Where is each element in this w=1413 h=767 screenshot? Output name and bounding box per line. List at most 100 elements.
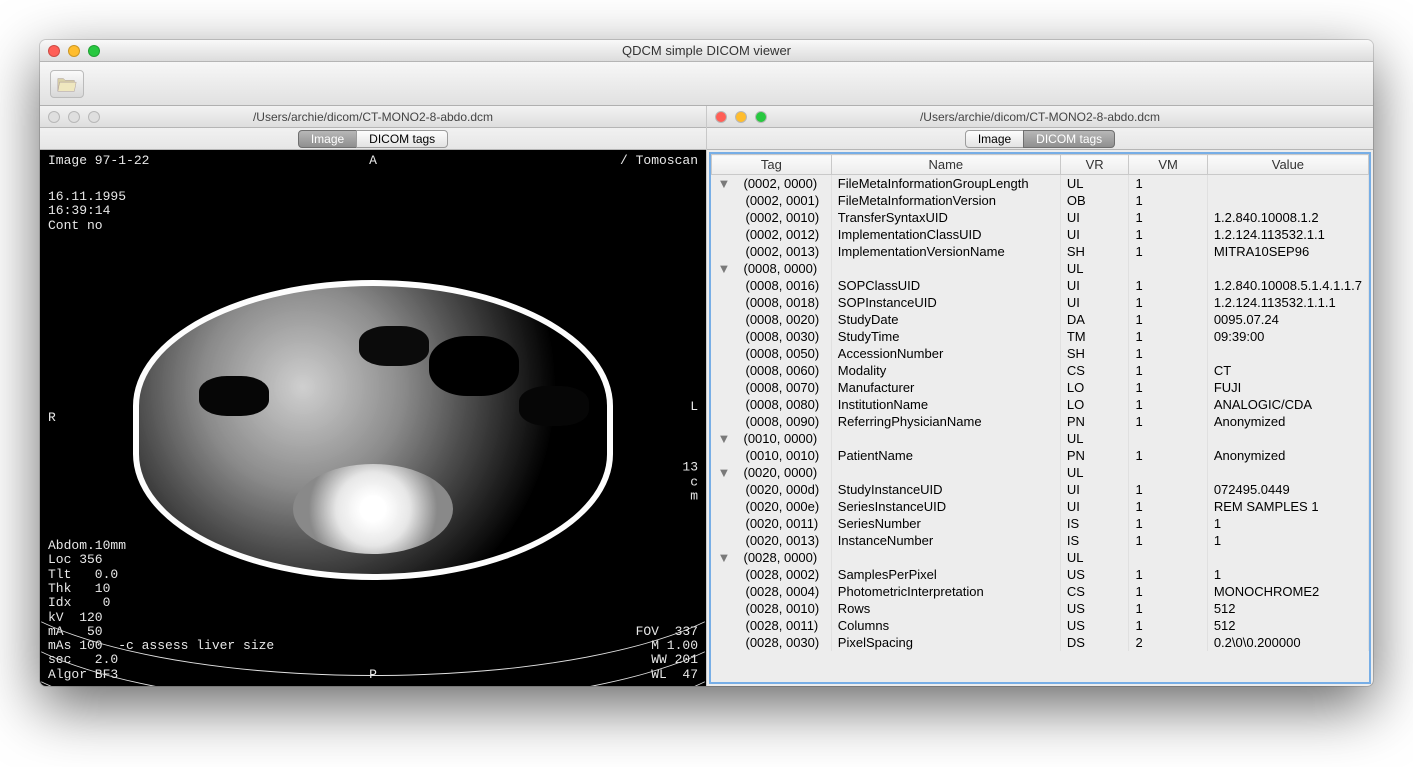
cell-value: 512 xyxy=(1207,600,1368,617)
cell-vm: 1 xyxy=(1129,243,1207,260)
cell-value: 1.2.124.113532.1.1.1 xyxy=(1207,294,1368,311)
overlay-orientation-right: R xyxy=(48,411,56,425)
tab-image[interactable]: Image xyxy=(298,130,357,148)
cell-tag: (0008, 0018) xyxy=(718,295,820,310)
cell-tag: (0008, 0020) xyxy=(718,312,820,327)
cell-vm xyxy=(1129,430,1207,447)
table-row[interactable]: (0002, 0001)FileMetaInformationVersionOB… xyxy=(712,192,1369,209)
table-row[interactable]: (0008, 0080)InstitutionNameLO1ANALOGIC/C… xyxy=(712,396,1369,413)
col-header-vm[interactable]: VM xyxy=(1129,155,1207,175)
table-row[interactable]: (0002, 0013)ImplementationVersionNameSH1… xyxy=(712,243,1369,260)
cell-value: 0.2\0\0.200000 xyxy=(1207,634,1368,651)
cell-vr: LO xyxy=(1060,379,1129,396)
cell-name xyxy=(831,260,1060,277)
table-row[interactable]: (0028, 0002)SamplesPerPixelUS11 xyxy=(712,566,1369,583)
cell-vm: 1 xyxy=(1129,226,1207,243)
dicom-image-viewport[interactable]: Image 97-1-22 A / Tomoscan 16.11.1995 16… xyxy=(40,150,706,686)
table-row[interactable]: ▼(0020, 0000)UL xyxy=(712,464,1369,481)
cell-vm: 1 xyxy=(1129,617,1207,634)
image-pane-titlebar: /Users/archie/dicom/CT-MONO2-8-abdo.dcm xyxy=(40,106,706,128)
cell-vm: 1 xyxy=(1129,447,1207,464)
cell-vm xyxy=(1129,260,1207,277)
table-row[interactable]: (0028, 0011)ColumnsUS1512 xyxy=(712,617,1369,634)
cell-vm: 2 xyxy=(1129,634,1207,651)
tab-image[interactable]: Image xyxy=(965,130,1024,148)
dicom-tags-scroll[interactable]: Tag Name VR VM Value ▼(0002, 0000)FileMe… xyxy=(711,154,1369,682)
disclosure-triangle-icon[interactable]: ▼ xyxy=(718,261,730,276)
cell-name: SOPClassUID xyxy=(831,277,1060,294)
table-row[interactable]: (0008, 0030)StudyTimeTM109:39:00 xyxy=(712,328,1369,345)
cell-name: InstitutionName xyxy=(831,396,1060,413)
disclosure-triangle-icon[interactable]: ▼ xyxy=(718,465,730,480)
cell-vr: DA xyxy=(1060,311,1129,328)
tab-dicom-tags[interactable]: DICOM tags xyxy=(356,130,448,148)
table-row[interactable]: (0008, 0016)SOPClassUIDUI11.2.840.10008.… xyxy=(712,277,1369,294)
col-header-tag[interactable]: Tag xyxy=(712,155,832,175)
table-row[interactable]: ▼(0010, 0000)UL xyxy=(712,430,1369,447)
table-row[interactable]: ▼(0028, 0000)UL xyxy=(712,549,1369,566)
table-row[interactable]: (0002, 0010)TransferSyntaxUIDUI11.2.840.… xyxy=(712,209,1369,226)
open-file-button[interactable] xyxy=(50,70,84,98)
cell-vm: 1 xyxy=(1129,328,1207,345)
cell-name: Columns xyxy=(831,617,1060,634)
cell-vm: 1 xyxy=(1129,481,1207,498)
disclosure-triangle-icon[interactable]: ▼ xyxy=(718,550,730,565)
cell-name: ImplementationVersionName xyxy=(831,243,1060,260)
table-row[interactable]: (0008, 0090)ReferringPhysicianNamePN1Ano… xyxy=(712,413,1369,430)
cell-vr: IS xyxy=(1060,532,1129,549)
disclosure-triangle-icon[interactable]: ▼ xyxy=(718,176,730,191)
image-pane-title: /Users/archie/dicom/CT-MONO2-8-abdo.dcm xyxy=(40,110,706,124)
tab-dicom-tags[interactable]: DICOM tags xyxy=(1023,130,1115,148)
cell-name: SOPInstanceUID xyxy=(831,294,1060,311)
cell-vr: UL xyxy=(1060,175,1129,193)
cell-vm: 1 xyxy=(1129,413,1207,430)
cell-name: InstanceNumber xyxy=(831,532,1060,549)
table-row[interactable]: (0020, 0013)InstanceNumberIS11 xyxy=(712,532,1369,549)
table-row[interactable]: (0028, 0030)PixelSpacingDS20.2\0\0.20000… xyxy=(712,634,1369,651)
cell-tag: (0002, 0000) xyxy=(730,176,818,191)
cell-name xyxy=(831,549,1060,566)
cell-vr: PN xyxy=(1060,413,1129,430)
col-header-name[interactable]: Name xyxy=(831,155,1060,175)
image-pane: /Users/archie/dicom/CT-MONO2-8-abdo.dcm … xyxy=(40,106,707,686)
cell-vr: CS xyxy=(1060,583,1129,600)
table-row[interactable]: (0008, 0060)ModalityCS1CT xyxy=(712,362,1369,379)
toolbar xyxy=(40,62,1373,106)
cell-name xyxy=(831,464,1060,481)
table-row[interactable]: (0008, 0070)ManufacturerLO1FUJI xyxy=(712,379,1369,396)
cell-value: CT xyxy=(1207,362,1368,379)
cell-vr: UI xyxy=(1060,481,1129,498)
overlay-orientation-left: L xyxy=(690,400,698,414)
table-row[interactable]: (0008, 0050)AccessionNumberSH1 xyxy=(712,345,1369,362)
table-row[interactable]: (0010, 0010)PatientNamePN1Anonymized xyxy=(712,447,1369,464)
cell-vr: US xyxy=(1060,617,1129,634)
cell-tag: (0010, 0010) xyxy=(718,448,820,463)
cell-vr: UL xyxy=(1060,549,1129,566)
table-row[interactable]: (0020, 0011)SeriesNumberIS11 xyxy=(712,515,1369,532)
cell-tag: (0008, 0090) xyxy=(718,414,820,429)
cell-value xyxy=(1207,175,1368,193)
table-row[interactable]: (0002, 0012)ImplementationClassUIDUI11.2… xyxy=(712,226,1369,243)
cell-value xyxy=(1207,260,1368,277)
cell-tag: (0028, 0010) xyxy=(718,601,820,616)
cell-value xyxy=(1207,192,1368,209)
table-row[interactable]: (0008, 0018)SOPInstanceUIDUI11.2.124.113… xyxy=(712,294,1369,311)
cell-vm: 1 xyxy=(1129,362,1207,379)
disclosure-triangle-icon[interactable]: ▼ xyxy=(718,431,730,446)
cell-name: StudyDate xyxy=(831,311,1060,328)
table-row[interactable]: (0020, 000e)SeriesInstanceUIDUI1REM SAMP… xyxy=(712,498,1369,515)
cell-vr: LO xyxy=(1060,396,1129,413)
overlay-orientation-anterior: A xyxy=(369,154,377,168)
table-row[interactable]: ▼(0008, 0000)UL xyxy=(712,260,1369,277)
table-row[interactable]: ▼(0002, 0000)FileMetaInformationGroupLen… xyxy=(712,175,1369,193)
cell-tag: (0020, 0000) xyxy=(730,465,818,480)
cell-value: ANALOGIC/CDA xyxy=(1207,396,1368,413)
col-header-value[interactable]: Value xyxy=(1207,155,1368,175)
table-row[interactable]: (0028, 0010)RowsUS1512 xyxy=(712,600,1369,617)
table-row[interactable]: (0020, 000d)StudyInstanceUIDUI1072495.04… xyxy=(712,481,1369,498)
table-row[interactable]: (0028, 0004)PhotometricInterpretationCS1… xyxy=(712,583,1369,600)
table-row[interactable]: (0008, 0020)StudyDateDA10095.07.24 xyxy=(712,311,1369,328)
main-window: QDCM simple DICOM viewer /Users/archie/d… xyxy=(40,40,1373,686)
col-header-vr[interactable]: VR xyxy=(1060,155,1129,175)
cell-value: 1 xyxy=(1207,566,1368,583)
